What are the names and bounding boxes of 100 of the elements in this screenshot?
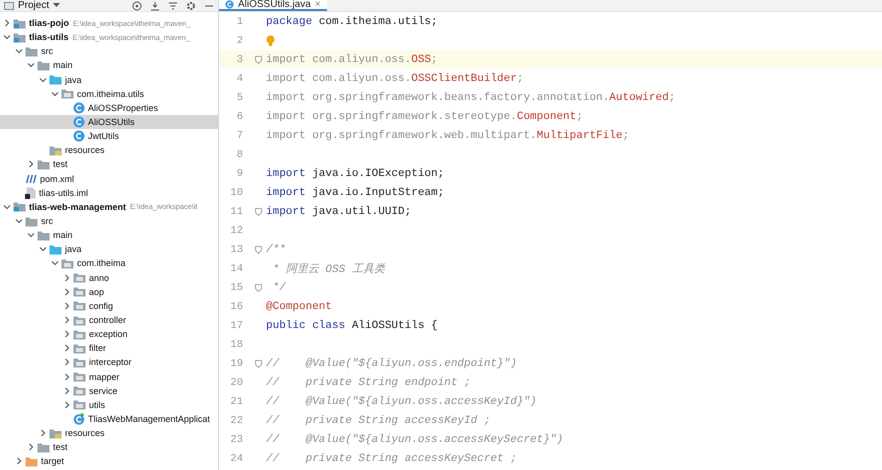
expanded-chevron-icon[interactable] bbox=[39, 76, 47, 84]
settings-icon[interactable] bbox=[186, 0, 196, 10]
tree-item[interactable]: test bbox=[0, 440, 218, 454]
expanded-chevron-icon[interactable] bbox=[27, 61, 35, 70]
tree-item[interactable]: filter bbox=[0, 341, 218, 356]
fold-marker-icon[interactable] bbox=[255, 284, 262, 292]
code-line: // private String endpoint ; bbox=[266, 376, 471, 388]
tree-item[interactable]: AliOSSProperties bbox=[0, 100, 218, 115]
package-folder-icon bbox=[73, 342, 86, 354]
collapsed-chevron-icon[interactable] bbox=[39, 429, 47, 438]
tree-item[interactable]: com.itheima.utils bbox=[0, 86, 218, 101]
collapsed-chevron-icon[interactable] bbox=[63, 344, 71, 352]
line-number: 12 bbox=[229, 224, 243, 236]
line-number: 24 bbox=[229, 452, 243, 464]
collapsed-chevron-icon[interactable] bbox=[63, 274, 71, 282]
collapsed-chevron-icon[interactable] bbox=[63, 316, 71, 324]
code-line: import java.util.UUID; bbox=[266, 206, 412, 218]
target-icon[interactable] bbox=[132, 0, 142, 10]
collapsed-chevron-icon[interactable] bbox=[63, 330, 71, 338]
expanded-chevron-icon[interactable] bbox=[51, 90, 59, 98]
tree-item[interactable]: resources bbox=[0, 143, 218, 158]
tree-item[interactable]: service bbox=[0, 384, 218, 398]
tree-item[interactable]: mapper bbox=[0, 370, 218, 384]
package-folder-icon bbox=[73, 286, 86, 298]
tree-item[interactable]: exception bbox=[0, 327, 218, 342]
expanded-chevron-icon[interactable] bbox=[15, 47, 23, 56]
code-line: // @Value("${aliyun.oss.accessKeySecret}") bbox=[266, 434, 564, 446]
tree-item[interactable]: test bbox=[0, 157, 218, 172]
package-folder-icon bbox=[73, 328, 86, 340]
collapsed-chevron-icon[interactable] bbox=[63, 400, 71, 409]
line-number: 13 bbox=[229, 244, 243, 256]
fold-marker-icon[interactable] bbox=[255, 246, 262, 254]
tree-item[interactable]: TliasWebManagementApplicat bbox=[0, 412, 218, 426]
collapsed-chevron-icon[interactable] bbox=[3, 19, 11, 28]
collapsed-chevron-icon[interactable] bbox=[63, 302, 71, 310]
package-folder-icon bbox=[73, 385, 86, 396]
code-line: package com.itheima.utils; bbox=[266, 16, 438, 28]
code-line: // @Value("${aliyun.oss.accessKeyId}") bbox=[266, 396, 537, 408]
expanded-chevron-icon[interactable] bbox=[27, 231, 35, 240]
line-number: 7 bbox=[236, 130, 243, 142]
tree-item[interactable]: resources bbox=[0, 426, 218, 440]
collapsed-chevron-icon[interactable] bbox=[63, 386, 71, 395]
tree-item[interactable]: target bbox=[0, 454, 218, 468]
file-icon bbox=[25, 186, 36, 199]
fold-marker-icon[interactable] bbox=[255, 56, 262, 64]
code-line: import com.aliyun.oss.OSS; bbox=[266, 54, 438, 66]
class-icon bbox=[73, 102, 85, 114]
tree-item[interactable]: java bbox=[0, 242, 218, 256]
line-number: 4 bbox=[236, 72, 243, 84]
line-number: 19 bbox=[229, 358, 243, 370]
folder-icon bbox=[37, 230, 50, 241]
module-folder-icon bbox=[13, 201, 26, 212]
fold-marker-icon[interactable] bbox=[255, 360, 262, 368]
tree-item[interactable]: utils bbox=[0, 398, 218, 412]
expanded-chevron-icon[interactable] bbox=[3, 33, 11, 42]
code-line: import com.aliyun.oss.OSSClientBuilder; bbox=[266, 72, 524, 84]
window-icon bbox=[4, 2, 14, 10]
filter-icon[interactable] bbox=[168, 0, 178, 10]
collapsed-chevron-icon[interactable] bbox=[63, 358, 71, 366]
tree-item[interactable]: interceptor bbox=[0, 355, 218, 370]
collapsed-chevron-icon[interactable] bbox=[63, 372, 71, 381]
tree-item[interactable]: src bbox=[0, 44, 218, 58]
line-number: 8 bbox=[236, 148, 243, 160]
tree-item[interactable]: java bbox=[0, 72, 218, 87]
expanded-chevron-icon[interactable] bbox=[15, 217, 23, 226]
collapsed-chevron-icon[interactable] bbox=[27, 443, 35, 452]
expanded-chevron-icon[interactable] bbox=[51, 259, 59, 268]
collapsed-chevron-icon[interactable] bbox=[15, 457, 23, 466]
panel-title[interactable]: Project bbox=[18, 0, 50, 11]
tree-item[interactable]: tlias-utils.iml bbox=[0, 186, 218, 200]
expanded-chevron-icon[interactable] bbox=[39, 245, 47, 254]
tree-item[interactable]: pom.xml bbox=[0, 172, 218, 186]
tree-item[interactable]: config bbox=[0, 298, 218, 313]
code-line: public class AliOSSUtils { bbox=[266, 320, 438, 332]
package-folder-icon bbox=[61, 88, 74, 100]
tree-item[interactable]: main bbox=[0, 58, 218, 73]
code-line: * 阿里云 OSS 工具类 bbox=[272, 262, 385, 276]
tree-item[interactable]: src bbox=[0, 214, 218, 228]
code-line: // @Value("${aliyun.oss.endpoint}") bbox=[266, 358, 517, 370]
tree-item[interactable]: com.itheima bbox=[0, 256, 218, 271]
editor-tab[interactable]: AliOSSUtils.java × bbox=[219, 0, 327, 11]
fold-marker-icon[interactable] bbox=[255, 208, 262, 216]
collapsed-chevron-icon[interactable] bbox=[63, 288, 71, 296]
dropdown-caret-icon[interactable] bbox=[53, 3, 60, 8]
tree-item[interactable]: AliOSSUtils bbox=[0, 114, 218, 130]
package-folder-icon bbox=[73, 399, 86, 410]
tree-item[interactable]: aop bbox=[0, 284, 218, 299]
collapse-all-icon[interactable] bbox=[150, 0, 160, 10]
folder-icon bbox=[37, 158, 50, 170]
line-number: 16 bbox=[229, 300, 243, 312]
tree-item[interactable]: controller bbox=[0, 312, 218, 328]
tree-item[interactable]: anno bbox=[0, 270, 218, 285]
expanded-chevron-icon[interactable] bbox=[3, 202, 11, 211]
class-icon bbox=[73, 413, 85, 425]
tree-item[interactable]: main bbox=[0, 228, 218, 242]
collapsed-chevron-icon[interactable] bbox=[27, 160, 35, 168]
close-icon[interactable]: × bbox=[314, 0, 321, 10]
package-folder-icon bbox=[73, 371, 86, 382]
tree-item[interactable]: JwtUtils bbox=[0, 129, 218, 144]
class-icon bbox=[225, 0, 234, 9]
